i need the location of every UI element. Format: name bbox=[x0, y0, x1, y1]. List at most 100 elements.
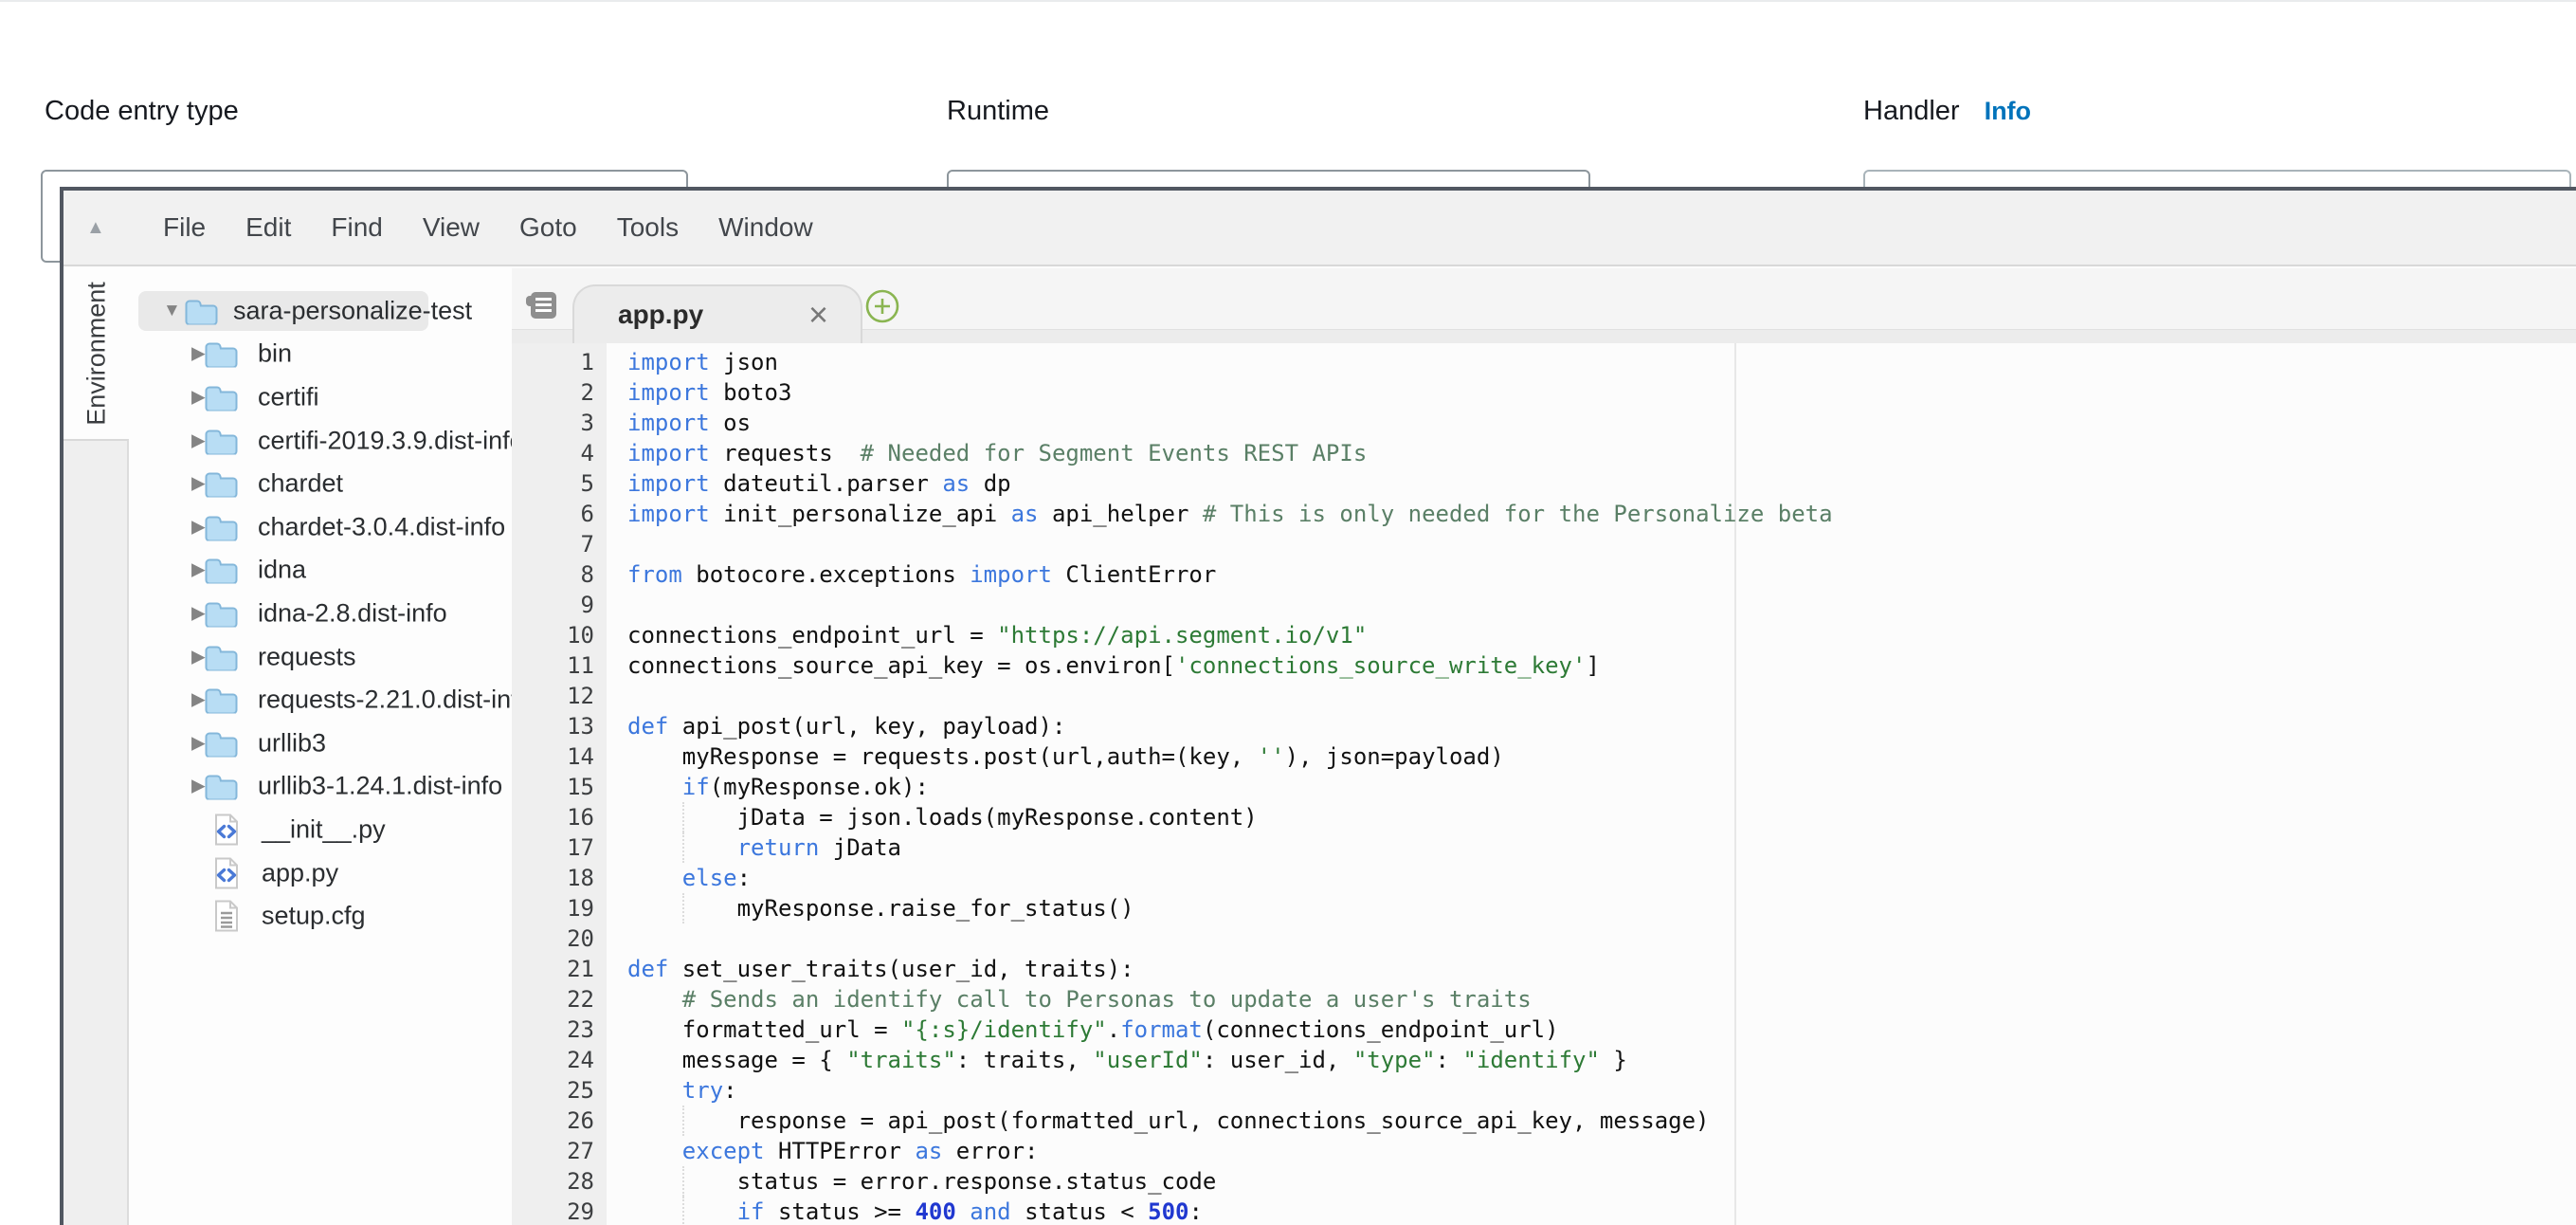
new-tab-icon[interactable] bbox=[864, 288, 900, 324]
editor-column: app.py × 1234567891011121314151617181920… bbox=[512, 268, 2576, 1225]
menu-find[interactable]: Find bbox=[311, 212, 402, 243]
menu-window[interactable]: Window bbox=[698, 212, 833, 243]
line-number: 5 bbox=[512, 468, 607, 499]
code-line[interactable]: import os bbox=[627, 408, 2576, 438]
menu-goto[interactable]: Goto bbox=[499, 212, 597, 243]
line-number: 14 bbox=[512, 741, 607, 772]
lambda-function-code-page: Code entry type Edit code inline ▼ Runti… bbox=[0, 0, 2576, 1225]
tree-expanded-icon[interactable]: ▼ bbox=[163, 301, 181, 321]
line-number: 21 bbox=[512, 954, 607, 984]
line-number: 22 bbox=[512, 984, 607, 1015]
line-number: 4 bbox=[512, 438, 607, 468]
tree-item-certifi[interactable]: ▶certifi bbox=[129, 375, 512, 419]
tree-item-urllib3[interactable]: ▶urllib3 bbox=[129, 722, 512, 765]
code-line[interactable]: response = api_post(formatted_url, conne… bbox=[627, 1106, 2576, 1136]
code-line[interactable]: def api_post(url, key, payload): bbox=[627, 711, 2576, 741]
line-number: 18 bbox=[512, 863, 607, 893]
code-line[interactable]: myResponse.raise_for_status() bbox=[627, 893, 2576, 923]
line-number: 6 bbox=[512, 499, 607, 529]
tree-item-bin[interactable]: ▶bin bbox=[129, 333, 512, 376]
line-number: 2 bbox=[512, 377, 607, 408]
tree-item-certifi-2019.3.9.dist-info[interactable]: ▶certifi-2019.3.9.dist-info bbox=[129, 419, 512, 463]
tree-item-sara-personalize-test[interactable]: ▼ sara-personalize-test bbox=[129, 289, 512, 333]
line-number: 8 bbox=[512, 559, 607, 590]
code-line[interactable]: import init_personalize_api as api_helpe… bbox=[627, 499, 2576, 529]
tree-item-label: urllib3 bbox=[258, 728, 326, 758]
code-line[interactable]: status = error.response.status_code bbox=[627, 1166, 2576, 1197]
tree-item-label: certifi-2019.3.9.dist-info bbox=[258, 426, 524, 455]
code-editor[interactable]: 1234567891011121314151617181920212223242… bbox=[512, 343, 2576, 1225]
tree-item-urllib3-1.24.1.dist-info[interactable]: ▶urllib3-1.24.1.dist-info bbox=[129, 765, 512, 809]
collapse-panel-icon[interactable]: ▲ bbox=[86, 217, 117, 239]
tree-item-idna-2.8.dist-info[interactable]: ▶idna-2.8.dist-info bbox=[129, 592, 512, 635]
line-number: 11 bbox=[512, 650, 607, 681]
tree-item-idna[interactable]: ▶idna bbox=[129, 549, 512, 593]
code-line[interactable]: try: bbox=[627, 1075, 2576, 1106]
tree-item-chardet[interactable]: ▶chardet bbox=[129, 462, 512, 505]
code-line[interactable]: if status >= 400 and status < 500: bbox=[627, 1197, 2576, 1225]
line-number: 9 bbox=[512, 590, 607, 620]
code-line[interactable] bbox=[627, 923, 2576, 954]
close-icon[interactable]: × bbox=[808, 298, 828, 332]
code-line[interactable]: else: bbox=[627, 863, 2576, 893]
code-line[interactable]: return jData bbox=[627, 832, 2576, 863]
line-number: 1 bbox=[512, 347, 607, 377]
tree-item-setup.cfg[interactable]: setup.cfg bbox=[129, 894, 512, 938]
runtime-label: Runtime bbox=[947, 96, 1049, 127]
tree-item-label: requests bbox=[258, 642, 356, 671]
code-line[interactable]: message = { "traits": traits, "userId": … bbox=[627, 1045, 2576, 1075]
code-line[interactable]: # Sends an identify call to Personas to … bbox=[627, 984, 2576, 1015]
line-number: 20 bbox=[512, 923, 607, 954]
handler-info-link[interactable]: Info bbox=[1985, 97, 2031, 125]
code-line[interactable]: if(myResponse.ok): bbox=[627, 772, 2576, 802]
tree-item-label: sara-personalize-test bbox=[233, 296, 472, 325]
code-line[interactable]: def set_user_traits(user_id, traits): bbox=[627, 954, 2576, 984]
folder-icon bbox=[204, 340, 238, 368]
left-tab-strip: Environment bbox=[63, 268, 129, 1225]
line-number: 24 bbox=[512, 1045, 607, 1075]
code-line[interactable]: jData = json.loads(myResponse.content) bbox=[627, 802, 2576, 832]
code-line[interactable]: connections_endpoint_url = "https://api.… bbox=[627, 620, 2576, 650]
python-file-icon bbox=[212, 856, 241, 890]
tree-item-requests[interactable]: ▶requests bbox=[129, 635, 512, 679]
tree-item-label: app.py bbox=[262, 858, 338, 887]
tree-item-chardet-3.0.4.dist-info[interactable]: ▶chardet-3.0.4.dist-info bbox=[129, 505, 512, 549]
tab-app-py[interactable]: app.py × bbox=[572, 284, 862, 343]
code-line[interactable] bbox=[627, 590, 2576, 620]
environment-tab[interactable]: Environment bbox=[63, 268, 129, 439]
tree-item-requests-2.21.0.dist-info[interactable]: ▶requests-2.21.0.dist-info bbox=[129, 678, 512, 722]
menu-edit[interactable]: Edit bbox=[226, 212, 311, 243]
code-line[interactable]: import dateutil.parser as dp bbox=[627, 468, 2576, 499]
code-line[interactable]: except HTTPError as error: bbox=[627, 1136, 2576, 1166]
ide-body: Environment ▼sara-personalize-test▶bin▶c… bbox=[63, 268, 2576, 1225]
tree-item-label: chardet-3.0.4.dist-info bbox=[258, 512, 505, 541]
line-number: 28 bbox=[512, 1166, 607, 1197]
menu-tools[interactable]: Tools bbox=[597, 212, 698, 243]
tree-item-label: idna bbox=[258, 556, 306, 585]
code-line[interactable] bbox=[627, 681, 2576, 711]
line-number: 26 bbox=[512, 1106, 607, 1136]
line-number: 3 bbox=[512, 408, 607, 438]
code-line[interactable]: import boto3 bbox=[627, 377, 2576, 408]
code-line[interactable] bbox=[627, 529, 2576, 559]
code-line[interactable]: formatted_url = "{:s}/identify".format(c… bbox=[627, 1015, 2576, 1045]
tree-item-app.py[interactable]: app.py bbox=[129, 851, 512, 895]
tab-list-icon[interactable] bbox=[525, 291, 557, 320]
left-strip-background bbox=[63, 439, 129, 1225]
line-number: 27 bbox=[512, 1136, 607, 1166]
menu-view[interactable]: View bbox=[403, 212, 499, 243]
line-number: 25 bbox=[512, 1075, 607, 1106]
code-line[interactable]: from botocore.exceptions import ClientEr… bbox=[627, 559, 2576, 590]
handler-label: Handler bbox=[1863, 96, 1960, 126]
tree-item-label: bin bbox=[258, 339, 292, 369]
line-number: 19 bbox=[512, 893, 607, 923]
menu-file[interactable]: File bbox=[143, 212, 226, 243]
folder-icon bbox=[204, 470, 238, 498]
code-line[interactable]: connections_source_api_key = os.environ[… bbox=[627, 650, 2576, 681]
folder-icon bbox=[204, 643, 238, 670]
code-line[interactable]: myResponse = requests.post(url,auth=(key… bbox=[627, 741, 2576, 772]
code-line[interactable]: import json bbox=[627, 347, 2576, 377]
code-line[interactable]: import requests # Needed for Segment Eve… bbox=[627, 438, 2576, 468]
tree-item-__init__.py[interactable]: __init__.py bbox=[129, 808, 512, 851]
folder-icon bbox=[204, 557, 238, 584]
